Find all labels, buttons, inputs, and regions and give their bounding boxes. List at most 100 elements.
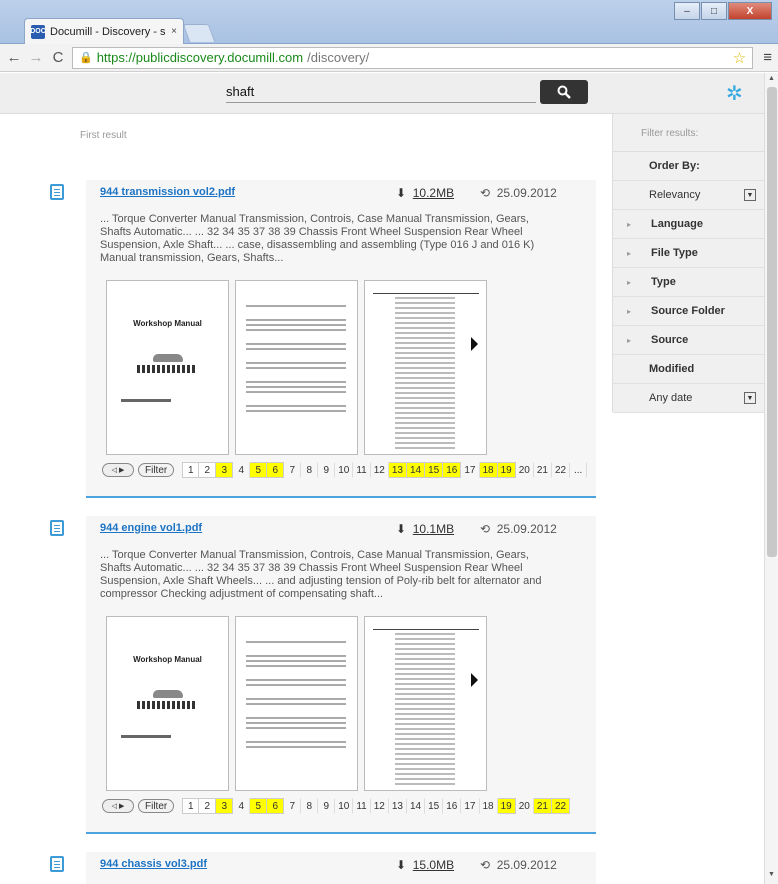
page-number-link[interactable]: 4 — [233, 462, 251, 478]
preview-toggle[interactable]: ◁ ▶ — [102, 799, 134, 813]
page-pager: ◁ ▶ Filter 1 2 3 4 5 6 7 8 9 10 11 12 13 14 15 16 17 18 19 2… — [102, 462, 588, 478]
page-number-link[interactable]: 11 — [353, 798, 371, 814]
page-number-link[interactable]: 21 — [533, 798, 552, 814]
page-number-link[interactable]: 3 — [216, 798, 234, 814]
filter-pages-button[interactable]: Filter — [138, 463, 175, 477]
page-number-link[interactable]: 16 — [443, 798, 462, 814]
facet-label: File Type — [651, 247, 698, 259]
close-button[interactable]: X — [728, 2, 772, 20]
result-title-link[interactable]: 944 transmission vol2.pdf — [100, 186, 235, 198]
page-number-link[interactable]: 10 — [335, 462, 354, 478]
page-number-link[interactable]: 17 — [461, 462, 480, 478]
page-number-link[interactable]: 1 — [182, 462, 200, 478]
page-number-link[interactable]: 12 — [371, 462, 389, 478]
page-number-link[interactable]: 4 — [233, 798, 251, 814]
page-number-link[interactable]: 15 — [425, 798, 444, 814]
page-number-link[interactable]: 3 — [216, 462, 234, 478]
page-number-link[interactable]: 15 — [425, 462, 444, 478]
page-number-link[interactable]: 6 — [267, 798, 285, 814]
dropdown-arrow-icon[interactable]: ▼ — [744, 392, 756, 404]
page-number-link[interactable]: 9 — [318, 798, 336, 814]
download-size[interactable]: ⬇ 15.0MB — [396, 858, 454, 872]
page-thumbnail[interactable]: Workshop Manual — [106, 616, 229, 791]
page-number-link[interactable]: 18 — [480, 798, 498, 814]
page-number-link[interactable]: 2 — [199, 798, 217, 814]
page-number-link[interactable]: 11 — [353, 462, 371, 478]
page-number-link[interactable]: 5 — [250, 798, 268, 814]
page-number-link[interactable]: 7 — [284, 462, 302, 478]
page-number-link[interactable]: 13 — [389, 798, 407, 814]
page-number-link[interactable]: 16 — [443, 462, 462, 478]
facet-file-type[interactable]: ▸ File Type — [613, 239, 764, 268]
page-number-link[interactable]: 21 — [534, 462, 552, 478]
scroll-down-icon[interactable]: ▼ — [768, 871, 775, 878]
page-number-link[interactable]: 6 — [267, 462, 285, 478]
forward-arrow-icon[interactable]: → — [28, 49, 44, 66]
page-thumbnail[interactable] — [364, 280, 487, 455]
tab-close-icon[interactable]: × — [171, 26, 177, 37]
page-number-link[interactable]: 12 — [371, 798, 389, 814]
address-bar[interactable]: 🔒 https://publicdiscovery.documill.com/d… — [72, 46, 754, 69]
text-page-lines — [246, 641, 346, 751]
facet-type[interactable]: ▸ Type — [613, 268, 764, 297]
page-scrollbar[interactable]: ▲ ▼ — [764, 73, 778, 884]
facet-source-folder[interactable]: ▸ Source Folder — [613, 297, 764, 326]
minimize-button[interactable]: – — [674, 2, 700, 20]
modified-select[interactable]: Any date ▼ — [613, 384, 764, 413]
new-tab-button[interactable] — [182, 24, 216, 42]
page-number-link[interactable]: 10 — [335, 798, 354, 814]
facet-source[interactable]: ▸ Source — [613, 326, 764, 355]
bookmark-star-icon[interactable]: ☆ — [733, 49, 746, 67]
result-title-link[interactable]: 944 engine vol1.pdf — [100, 522, 202, 534]
page-number-link[interactable]: 8 — [301, 798, 319, 814]
page-number-link[interactable]: 14 — [407, 798, 426, 814]
page-number-link[interactable]: 8 — [301, 462, 319, 478]
page-number-link[interactable]: 9 — [318, 462, 336, 478]
scroll-up-icon[interactable]: ▲ — [768, 75, 775, 82]
page-thumbnail[interactable] — [364, 616, 487, 791]
page-number-link[interactable]: 18 — [479, 462, 498, 478]
page-number-link[interactable]: 5 — [250, 462, 268, 478]
scroll-thumb[interactable] — [767, 87, 777, 557]
page-number-link[interactable]: 22 — [552, 798, 571, 814]
page-number-link[interactable]: 22 — [552, 462, 571, 478]
next-page-arrow-icon[interactable] — [471, 673, 478, 687]
browser-tab[interactable]: DOC Documill - Discovery - sha × — [24, 18, 184, 44]
search-input[interactable] — [226, 81, 536, 103]
page-number-link[interactable]: 19 — [497, 462, 516, 478]
back-arrow-icon[interactable]: ← — [6, 49, 22, 66]
order-by-select[interactable]: Relevancy ▼ — [613, 181, 764, 210]
result-title-link[interactable]: 944 chassis vol3.pdf — [100, 858, 207, 870]
page-number-link[interactable]: 1 — [182, 798, 200, 814]
settings-gear-icon[interactable]: ✲ — [726, 81, 743, 106]
download-size[interactable]: ⬇ 10.2MB — [396, 186, 454, 200]
file-size[interactable]: 10.1MB — [413, 522, 454, 536]
page-number-link[interactable]: 2 — [199, 462, 217, 478]
page-number-link[interactable]: 7 — [284, 798, 302, 814]
page-thumbnail[interactable] — [235, 616, 358, 791]
page-number-link[interactable]: 19 — [497, 798, 516, 814]
maximize-button[interactable]: □ — [701, 2, 727, 20]
browser-menu-icon[interactable]: ≡ — [763, 49, 772, 66]
page-number-link[interactable]: 17 — [461, 798, 480, 814]
page-number-link[interactable]: 20 — [516, 462, 534, 478]
thumb-cover-title: Workshop Manual — [133, 319, 202, 328]
reload-icon[interactable]: C — [50, 49, 66, 66]
search-button[interactable] — [540, 80, 588, 104]
page-number-link[interactable]: 14 — [407, 462, 426, 478]
preview-toggle[interactable]: ◁ ▶ — [102, 463, 134, 477]
file-size[interactable]: 10.2MB — [413, 186, 454, 200]
facet-language[interactable]: ▸ Language — [613, 210, 764, 239]
result-snippet: ... Torque Converter Manual Transmission… — [100, 549, 542, 600]
history-icon: ⟲ — [480, 858, 491, 872]
next-page-arrow-icon[interactable] — [471, 337, 478, 351]
download-size[interactable]: ⬇ 10.1MB — [396, 522, 454, 536]
page-number-link[interactable]: 13 — [388, 462, 407, 478]
page-number-link[interactable]: 20 — [516, 798, 534, 814]
file-size[interactable]: 15.0MB — [413, 858, 454, 872]
page-thumbnail[interactable] — [235, 280, 358, 455]
page-thumbnail[interactable]: Workshop Manual — [106, 280, 229, 455]
page-number-link[interactable]: ... — [570, 462, 588, 478]
filter-pages-button[interactable]: Filter — [138, 799, 175, 813]
dropdown-arrow-icon[interactable]: ▼ — [744, 189, 756, 201]
